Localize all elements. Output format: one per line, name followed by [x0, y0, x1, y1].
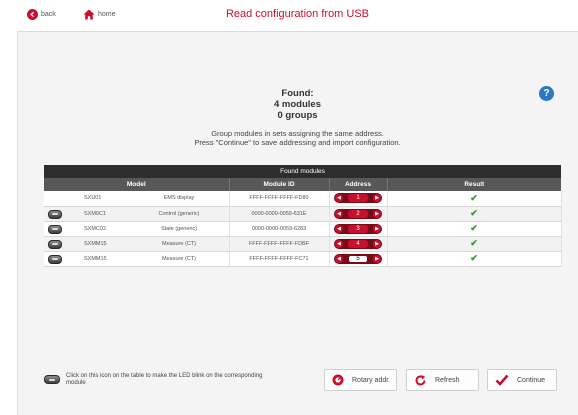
model-code: SXMC02: [84, 225, 107, 232]
check-icon: ✔: [470, 238, 478, 248]
increment-arrow-icon[interactable]: ▶: [373, 209, 381, 218]
instructions: Group modules in sets assigning the same…: [17, 129, 578, 147]
decrement-arrow-icon[interactable]: ◀: [335, 209, 343, 218]
continue-button[interactable]: Continue: [487, 369, 557, 391]
module-id-cell: 0000-0000-0059-6283: [229, 221, 330, 237]
legend-text: Click on this icon on the table to make …: [66, 373, 263, 386]
column-header-result: Result: [387, 178, 561, 191]
table-row: SXU01 EMS display FFFF-FFFF-FFFF-FD80 ◀ 1 ▶ ✔: [44, 191, 562, 207]
rotary-label: Rotary addr.: [352, 376, 391, 384]
continue-check-icon: [495, 374, 509, 386]
model-code: SXM0C1: [84, 210, 107, 217]
decrement-arrow-icon[interactable]: ◀: [335, 194, 343, 203]
module-id-cell: FFFF-FFFF-FFFF-FDBF: [229, 236, 330, 252]
table-row: SXMC02 State (generic) 0000-0000-0059-6283…: [44, 221, 562, 237]
module-id-cell: 0000-0000-0059-631E: [229, 206, 330, 222]
model-code: SXMM15: [84, 255, 107, 262]
found-modules-table: Found modules Model Module ID Address Re…: [44, 165, 562, 267]
refresh-label: Refresh: [435, 376, 460, 384]
address-stepper[interactable]: ◀ 1 ▶: [334, 193, 382, 204]
refresh-button[interactable]: Refresh: [406, 369, 479, 391]
result-cell: ✔: [387, 191, 562, 207]
increment-arrow-icon[interactable]: ▶: [373, 254, 381, 263]
table-row: SXMM15 Measure (CT) FFFF-FFFF-FFFF-FDBF ◀ 4 ▶…: [44, 236, 562, 252]
model-code: SXMM15: [84, 240, 107, 247]
rotary-address-button[interactable]: Rotary addr.: [324, 369, 397, 391]
instructions-line-2: Press "Continue" to save addressing and …: [194, 138, 401, 147]
model-cell: SXM0C1 Control (generic): [44, 206, 230, 222]
model-code: SXU01: [84, 195, 102, 202]
address-value[interactable]: 2: [348, 209, 368, 218]
check-icon: ✔: [470, 208, 478, 218]
table-row: SXMM15 Measure (CT) FFFF-FFFF-FFFF-FC71 ◀ 5 ▶…: [44, 251, 562, 267]
model-description: Control (generic): [158, 210, 200, 217]
check-icon: ✔: [470, 253, 478, 263]
column-header-address: Address: [329, 178, 388, 191]
increment-arrow-icon[interactable]: ▶: [373, 239, 381, 248]
address-value[interactable]: 4: [348, 239, 368, 248]
led-blink-icon: [44, 375, 60, 384]
model-description: Measure (CT): [162, 240, 196, 247]
address-cell: ◀ 1 ▶: [329, 191, 388, 207]
led-blink-icon[interactable]: [48, 224, 62, 234]
column-header-model: Model: [44, 178, 230, 191]
refresh-icon: [415, 374, 426, 385]
address-cell: ◀ 2 ▶: [329, 206, 388, 222]
top-bar: back home Read configuration from USB: [17, 0, 578, 32]
result-cell: ✔: [387, 206, 562, 222]
address-cell: ◀ 3 ▶: [329, 221, 388, 237]
table-row: SXM0C1 Control (generic) 0000-0000-0059-63…: [44, 206, 562, 222]
instructions-line-1: Group modules in sets assigning the same…: [211, 129, 384, 138]
result-cell: ✔: [387, 236, 562, 252]
help-icon[interactable]: ?: [539, 86, 554, 101]
model-cell: SXMC02 State (generic): [44, 221, 230, 237]
address-stepper[interactable]: ◀ 5 ▶: [334, 253, 382, 264]
table-title: Found modules: [44, 165, 561, 178]
result-cell: ✔: [387, 221, 562, 237]
decrement-arrow-icon[interactable]: ◀: [335, 254, 343, 263]
result-cell: ✔: [387, 251, 562, 267]
increment-arrow-icon[interactable]: ▶: [373, 194, 381, 203]
column-header-module-id: Module ID: [229, 178, 330, 191]
check-icon: ✔: [470, 223, 478, 233]
model-description: State (generic): [160, 225, 198, 232]
decrement-arrow-icon[interactable]: ◀: [335, 224, 343, 233]
address-value[interactable]: 3: [348, 224, 368, 233]
model-description: EMS display: [163, 195, 195, 201]
model-description: Measure (CT): [162, 255, 196, 262]
check-icon: ✔: [470, 192, 478, 203]
page-title: Read configuration from USB: [225, 8, 370, 20]
continue-label: Continue: [517, 376, 546, 384]
address-value[interactable]: 5: [348, 254, 368, 263]
found-label: Found:: [281, 88, 314, 99]
groups-count: 0 groups: [277, 110, 318, 121]
modules-count: 4 modules: [274, 99, 321, 110]
rotary-icon: [332, 374, 344, 386]
address-cell: ◀ 5 ▶: [329, 251, 388, 267]
address-value[interactable]: 1: [348, 194, 368, 203]
led-blink-icon[interactable]: [48, 254, 62, 264]
address-stepper[interactable]: ◀ 4 ▶: [334, 238, 382, 249]
led-blink-icon[interactable]: [48, 209, 62, 219]
module-id-cell: FFFF-FFFF-FFFF-FD80: [229, 191, 330, 207]
address-cell: ◀ 4 ▶: [329, 236, 388, 252]
legend: Click on this icon on the table to make …: [44, 373, 276, 387]
model-cell: SXMM15 Measure (CT): [44, 251, 230, 267]
model-cell: SXMM15 Measure (CT): [44, 236, 230, 252]
decrement-arrow-icon[interactable]: ◀: [335, 239, 343, 248]
found-summary: Found: 4 modules 0 groups: [17, 88, 578, 121]
address-stepper[interactable]: ◀ 3 ▶: [334, 223, 382, 234]
model-cell: SXU01 EMS display: [44, 191, 230, 207]
increment-arrow-icon[interactable]: ▶: [373, 224, 381, 233]
led-blink-icon[interactable]: [48, 239, 62, 249]
address-stepper[interactable]: ◀ 2 ▶: [334, 208, 382, 219]
module-id-cell: FFFF-FFFF-FFFF-FC71: [229, 251, 330, 267]
